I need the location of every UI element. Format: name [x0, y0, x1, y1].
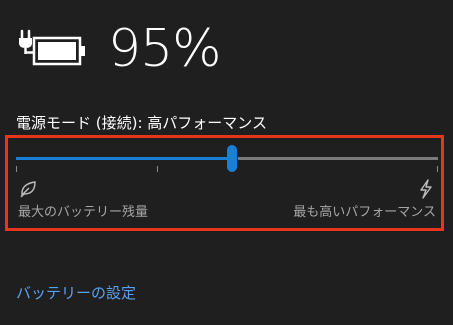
best-performance-caption: 最も高いパフォーマンス	[293, 205, 436, 220]
battery-settings-link[interactable]: バッテリーの設定	[16, 283, 136, 303]
lightning-bolt-icon	[420, 179, 432, 199]
battery-plugged-icon	[19, 29, 85, 66]
slider-track-filled	[16, 157, 228, 160]
battery-percentage: 95%	[108, 19, 222, 79]
slider-tick	[437, 166, 438, 172]
slider-track-empty	[238, 157, 438, 160]
battery-saver-caption: 最大のバッテリー残量	[18, 205, 149, 220]
slider-tick	[157, 166, 158, 172]
slider-thumb[interactable]	[227, 145, 237, 172]
power-mode-slider[interactable]	[16, 145, 438, 173]
slider-tick	[16, 166, 17, 172]
leaf-icon	[20, 181, 36, 198]
power-mode-label: 電源モード (接続): 高パフォーマンス	[16, 114, 267, 132]
battery-flyout: 95% 電源モード (接続): 高パフォーマンス 最大のバッテリー残量 最も高い…	[0, 0, 453, 325]
